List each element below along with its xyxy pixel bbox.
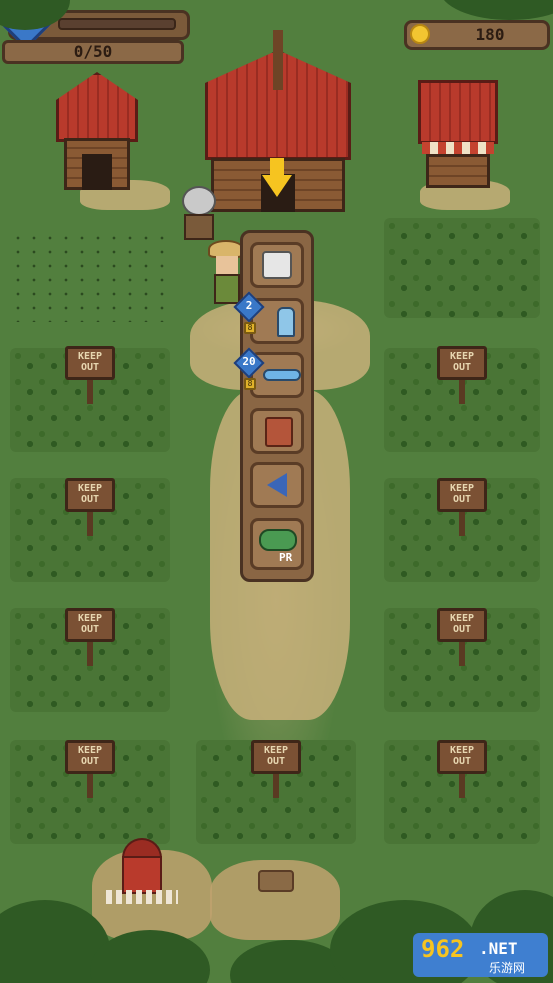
keep-out-sign: KEEP OUT [437,608,487,642]
xp-progress-bar [58,18,176,30]
silo-building[interactable] [118,838,166,898]
keep-out-sign: KEEP OUT [437,478,487,512]
cash-register-icon [262,251,292,279]
keep-out-sign: KEEP OUT [65,478,115,512]
lock-icon: 8 [244,378,256,390]
keep-out-sign: KEEP OUT [437,346,487,380]
airplane-icon [263,369,301,381]
sign-post [87,772,93,798]
gamepad-button[interactable]: PR [250,518,304,570]
sprout-field[interactable] [12,232,172,322]
watermark-net: .NET [479,939,518,958]
journal-button[interactable] [250,408,304,454]
sign-post [273,772,279,798]
sound-toggle-button[interactable] [250,462,304,508]
sign-post [459,772,465,798]
sign-post [87,378,93,404]
worker-icon [277,307,295,337]
speaker-icon [267,473,287,497]
book-icon [265,417,293,447]
game-scene[interactable]: 1 0/50 180 [0,0,553,983]
watermark-brand: 962 [421,935,465,963]
sign-post [459,378,465,404]
coin-icon [410,24,430,44]
sign-post [87,510,93,536]
pointer-arrow-icon [262,175,292,197]
sign-post [459,640,465,666]
sign-post [459,510,465,536]
camera-icon[interactable] [258,870,294,892]
cash-register-button[interactable] [250,242,304,288]
old-farmer-character[interactable] [178,186,218,242]
gamepad-icon [259,529,297,551]
keep-out-sign: KEEP OUT [65,346,115,380]
worker-cost: 2 [245,299,253,312]
sign-post [87,640,93,666]
keep-out-sign: KEEP OUT [251,740,301,774]
market-stall-building[interactable] [418,80,498,188]
keep-out-sign: KEEP OUT [437,740,487,774]
xp-counter: 0/50 [73,42,113,61]
crop-field[interactable] [384,218,540,318]
fence [106,890,178,904]
barn-building[interactable] [56,72,138,194]
airplane-cost: 20 [242,355,256,368]
gamepad-label: PR [279,551,293,564]
keep-out-sign: KEEP OUT [65,608,115,642]
coin-count: 180 [475,25,505,44]
lock-icon: 8 [244,322,256,334]
watermark-logo: 962 .NET 乐游网 [413,933,548,977]
keep-out-sign: KEEP OUT [65,740,115,774]
bush [440,0,553,20]
watermark-sub: 乐游网 [489,961,526,975]
